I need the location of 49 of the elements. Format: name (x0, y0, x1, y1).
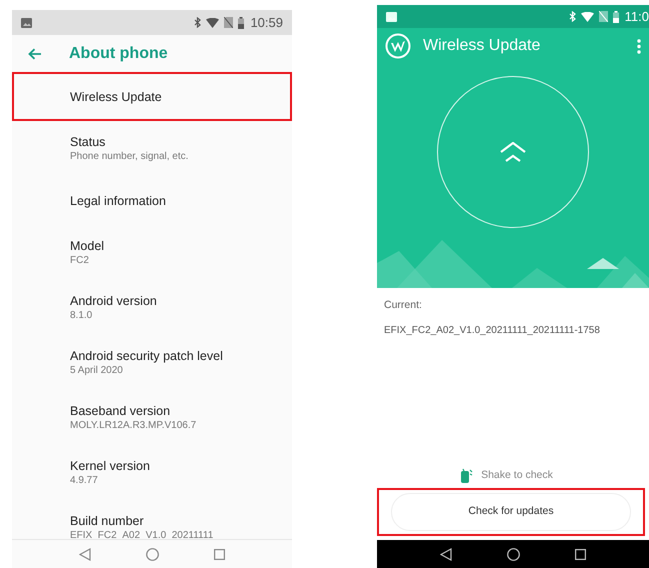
status-time: 10:59 (250, 14, 283, 32)
item-subtitle: 5 April 2020 (70, 364, 124, 378)
item-title: Kernel version (70, 458, 151, 474)
item-title: Model (70, 238, 106, 254)
back-arrow-icon[interactable] (28, 48, 42, 60)
item-title: Wireless Update (70, 88, 163, 104)
item-title: Build number (70, 512, 145, 528)
settings-item[interactable]: Android version 8.1.0 (12, 280, 292, 335)
item-title: Android version (70, 292, 158, 308)
image-icon (21, 18, 32, 28)
settings-item[interactable]: Kernel version 4.9.77 (12, 445, 292, 500)
bluetooth-icon (194, 17, 202, 28)
item-subtitle: 8.1.0 (70, 308, 94, 322)
item-subtitle: FC2 (70, 254, 90, 268)
status-time: 11:0 (624, 8, 649, 26)
item-subtitle: Phone number, signal, etc. (70, 150, 190, 164)
recents-icon[interactable] (575, 548, 586, 560)
settings-item[interactable]: Legal information (12, 176, 292, 225)
item-subtitle: 4.9.77 (70, 474, 99, 488)
item-title: Legal information (70, 192, 167, 208)
image-icon (386, 12, 397, 22)
shake-hint: Shake to check (481, 468, 553, 484)
double-chevron-up-icon (499, 142, 527, 162)
home-icon[interactable] (507, 548, 520, 560)
settings-item[interactable]: Android security patch level 5 April 2020 (12, 335, 292, 390)
more-options-icon[interactable] (637, 38, 641, 54)
app-title: Wireless Update (423, 36, 540, 56)
settings-item[interactable]: Status Phone number, signal, etc. (12, 121, 292, 176)
screen-title: About phone (69, 44, 168, 64)
item-title: Status (70, 134, 106, 150)
no-sim-icon (598, 11, 608, 22)
settings-item[interactable]: Model FC2 (12, 225, 292, 280)
bluetooth-icon (568, 11, 576, 22)
item-subtitle: MOLY.LR12A.R3.MP.V106.7 (70, 418, 198, 432)
check-updates-button[interactable]: Check for updates (391, 493, 631, 531)
battery-icon (238, 16, 244, 28)
battery-icon (612, 10, 619, 22)
wifi-icon (206, 18, 220, 28)
item-title: Baseband version (70, 402, 172, 418)
no-sim-icon (224, 17, 234, 28)
current-label: Current: (384, 298, 423, 313)
current-version: EFIX_FC2_A02_V1.0_20211111_20211111-1758 (384, 324, 601, 338)
settings-item[interactable]: Wireless Update (12, 72, 292, 121)
wifi-icon (580, 12, 594, 22)
item-title: Android security patch level (70, 348, 224, 364)
app-logo-icon (385, 33, 411, 59)
shake-phone-icon (459, 468, 474, 484)
back-icon[interactable] (440, 548, 452, 560)
settings-item[interactable]: Baseband version MOLY.LR12A.R3.MP.V106.7 (12, 390, 292, 445)
